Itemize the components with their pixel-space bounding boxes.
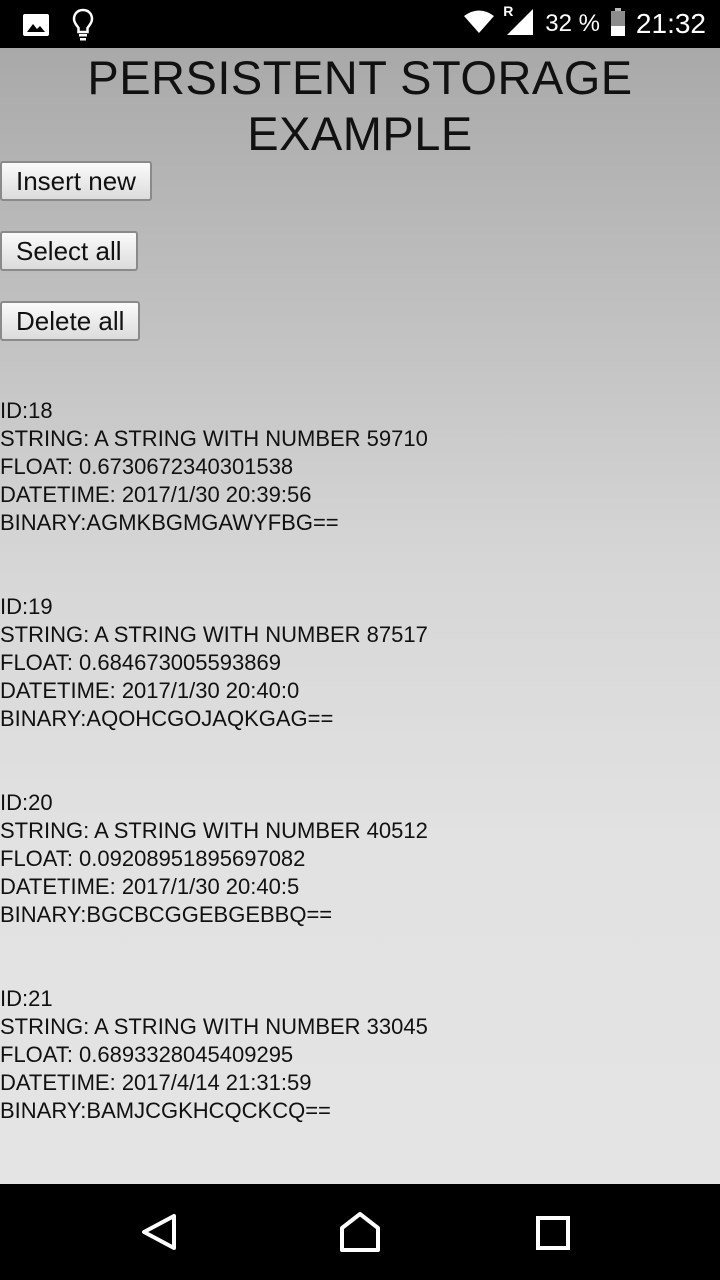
insert-new-button[interactable]: Insert new: [0, 161, 152, 201]
wifi-icon: [463, 9, 495, 40]
delete-all-button[interactable]: Delete all: [0, 301, 141, 341]
record-string: STRING: A STRING WITH NUMBER 33045: [0, 1014, 428, 1039]
record-string: STRING: A STRING WITH NUMBER 59710: [0, 426, 428, 451]
record-string: STRING: A STRING WITH NUMBER 40512: [0, 818, 428, 843]
status-clock: 21:32: [635, 8, 706, 39]
record-id: ID:19: [0, 594, 53, 619]
recents-icon[interactable]: [528, 1208, 576, 1256]
record-binary: BINARY:AQOHCGOJAQKGAG==: [0, 706, 334, 731]
record-binary: BINARY:BGCBCGGEBGEBBQ==: [0, 902, 333, 927]
record-float: FLOAT: 0.684673005593869: [0, 650, 281, 675]
page-title: PERSISTENT STORAGE EXAMPLE: [0, 48, 720, 162]
record-datetime: DATETIME: 2017/4/14 21:31:59: [0, 1070, 312, 1095]
record-string: STRING: A STRING WITH NUMBER 87517: [0, 622, 428, 647]
page-title-line2: EXAMPLE: [247, 107, 473, 160]
page-title-line1: PERSISTENT STORAGE: [87, 51, 633, 104]
record-float: FLOAT: 0.6730672340301538: [0, 454, 294, 479]
signal-icon: R: [503, 3, 535, 42]
record-binary: BINARY:BAMJCGKHCQCKCQ==: [0, 1098, 331, 1123]
select-all-button[interactable]: Select all: [0, 231, 138, 271]
record-float: FLOAT: 0.6893328045409295: [0, 1042, 294, 1067]
record-id: ID:20: [0, 790, 53, 815]
record-datetime: DATETIME: 2017/1/30 20:40:0: [0, 678, 300, 703]
app-content: PERSISTENT STORAGE EXAMPLE Insert new Se…: [0, 48, 720, 1184]
record-datetime: DATETIME: 2017/1/30 20:39:56: [0, 482, 312, 507]
record-item: ID:19 STRING: A STRING WITH NUMBER 87517…: [0, 593, 720, 733]
image-icon: [22, 11, 50, 44]
record-item: ID:21 STRING: A STRING WITH NUMBER 33045…: [0, 985, 720, 1125]
navigation-bar: [0, 1184, 720, 1280]
battery-percent: 32 %: [545, 10, 600, 37]
record-id: ID:18: [0, 398, 53, 423]
record-binary: BINARY:AGMKBGMGAWYFBG==: [0, 510, 339, 535]
record-datetime: DATETIME: 2017/1/30 20:40:5: [0, 874, 300, 899]
lightbulb-icon: [72, 8, 94, 47]
records-list: ID:18 STRING: A STRING WITH NUMBER 59710…: [0, 397, 720, 1181]
record-item: ID:20 STRING: A STRING WITH NUMBER 40512…: [0, 789, 720, 929]
record-id: ID:21: [0, 986, 53, 1011]
notification-icons: [22, 8, 94, 47]
status-bar: R 32 % 21:32: [0, 0, 720, 48]
record-item: ID:18 STRING: A STRING WITH NUMBER 59710…: [0, 397, 720, 537]
system-icons: R 32 % 21:32: [463, 0, 706, 48]
back-icon[interactable]: [136, 1208, 184, 1256]
home-icon[interactable]: [336, 1208, 384, 1256]
roaming-label: R: [503, 2, 514, 19]
record-float: FLOAT: 0.09208951895697082: [0, 846, 306, 871]
battery-icon: [610, 7, 626, 42]
